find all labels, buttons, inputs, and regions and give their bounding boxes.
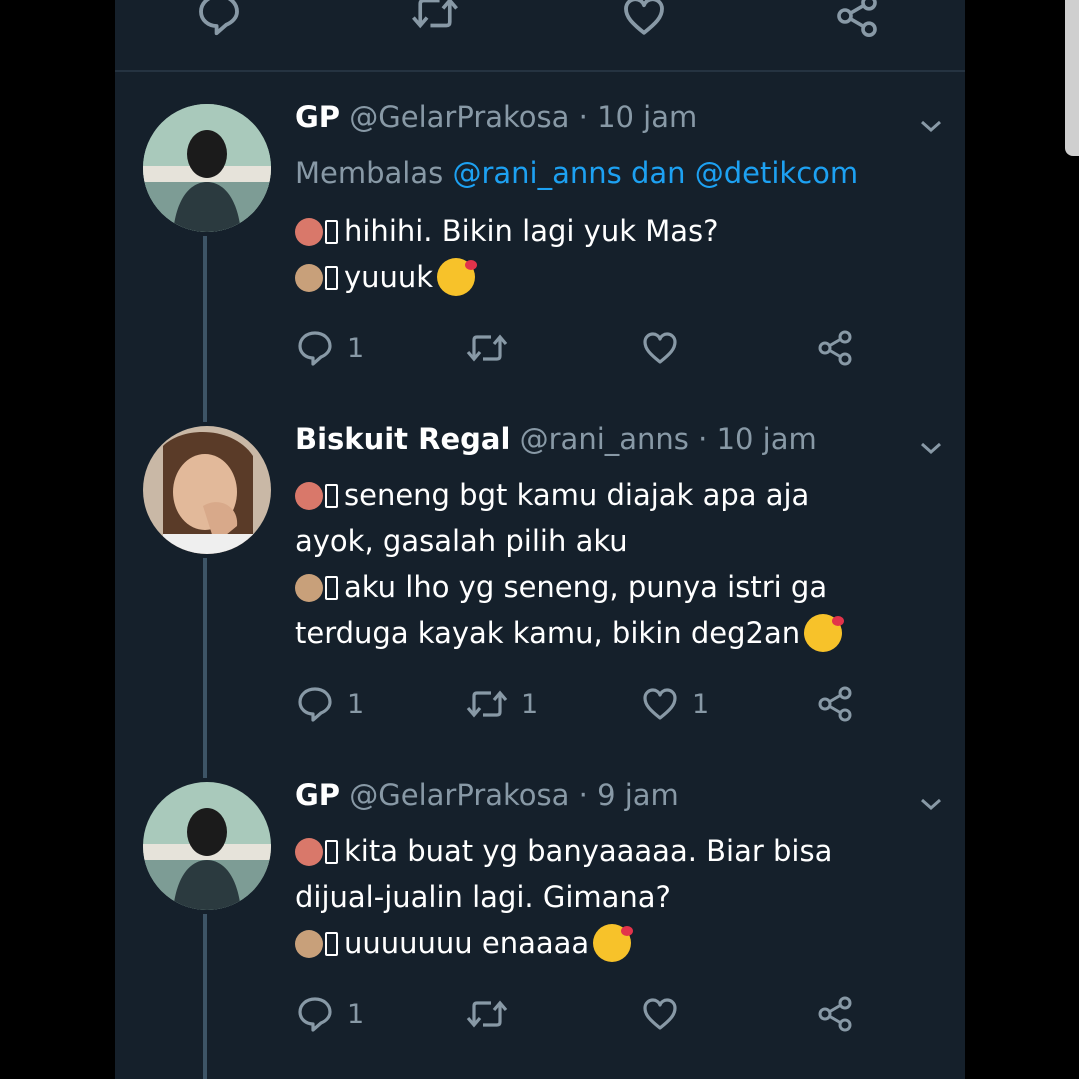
timestamp[interactable]: 10 jam (597, 100, 697, 134)
reply-count: 1 (347, 688, 365, 720)
tweet-text: kita buat yg banyaaaaa. Biar bisa dijual… (295, 828, 915, 966)
share-button[interactable] (815, 994, 855, 1034)
chevron-down-icon[interactable] (919, 440, 943, 456)
retweet-icon (465, 328, 509, 368)
woman-emoji-icon (295, 482, 323, 510)
reply-icon[interactable] (195, 0, 243, 38)
tweet[interactable]: GP @GelarPrakosa · 10 jam Membalas @rani… (115, 100, 965, 390)
tweet-thread-screen: GP @GelarPrakosa · 10 jam Membalas @rani… (115, 0, 965, 1079)
missing-glyph-icon (325, 932, 338, 956)
tweet-line: aku lho yg seneng, punya istri ga (344, 570, 828, 604)
tweet-line: ayok, gasalah pilih aku (295, 524, 628, 558)
tweet-header: GP @GelarPrakosa · 10 jam (295, 100, 697, 134)
man-emoji-icon (295, 264, 323, 292)
tweet-line: yuuuk (344, 260, 434, 294)
tweet-text: hihihi. Bikin lagi yuk Mas? yuuuk (295, 208, 915, 300)
display-name[interactable]: Biskuit Regal (295, 422, 510, 456)
tweet-line: terduga kayak kamu, bikin deg2an (295, 616, 801, 650)
missing-glyph-icon (325, 484, 338, 508)
missing-glyph-icon (325, 576, 338, 600)
reply-icon (295, 994, 335, 1034)
tweet-header: Biskuit Regal @rani_anns · 10 jam (295, 422, 817, 456)
woman-emoji-icon (295, 838, 323, 866)
avatar[interactable] (143, 426, 271, 554)
tweet[interactable]: GP @GelarPrakosa · 9 jam kita buat yg ba… (115, 778, 965, 1078)
kiss-emoji-icon (593, 924, 634, 962)
reply-button[interactable]: 1 (295, 994, 364, 1034)
retweet-button[interactable]: 1 (465, 684, 538, 724)
retweet-icon[interactable] (410, 0, 460, 36)
reply-button[interactable]: 1 (295, 684, 364, 724)
share-button[interactable] (815, 328, 855, 368)
heart-icon (640, 328, 680, 368)
avatar[interactable] (143, 782, 271, 910)
reply-context: Membalas @rani_anns dan @detikcom (295, 156, 858, 190)
share-icon (815, 994, 855, 1034)
reply-count: 1 (347, 332, 365, 364)
tweet-line: hihihi. Bikin lagi yuk Mas? (344, 214, 719, 248)
like-button[interactable] (640, 328, 680, 368)
tweet-actions: 1 (295, 328, 875, 372)
tweet-line: uuuuuuu enaaaa (344, 926, 590, 960)
retweet-button[interactable] (465, 994, 509, 1034)
like-button[interactable]: 1 (640, 684, 709, 724)
heart-icon[interactable] (620, 0, 668, 40)
like-count: 1 (692, 688, 710, 720)
tweet-line: dijual-jualin lagi. Gimana? (295, 880, 671, 914)
chevron-down-icon[interactable] (919, 796, 943, 812)
woman-emoji-icon (295, 218, 323, 246)
tweet-line: kita buat yg banyaaaaa. Biar bisa (344, 834, 833, 868)
reply-prefix: Membalas (295, 156, 444, 190)
reply-icon (295, 328, 335, 368)
divider (115, 70, 965, 72)
tweet[interactable]: Biskuit Regal @rani_anns · 10 jam seneng… (115, 422, 965, 752)
man-emoji-icon (295, 930, 323, 958)
display-name[interactable]: GP (295, 778, 340, 812)
retweet-icon (465, 994, 509, 1034)
tweet-actions: 1 (295, 994, 875, 1038)
missing-glyph-icon (325, 266, 338, 290)
user-handle[interactable]: @GelarPrakosa (349, 778, 569, 812)
previous-tweet-actions (115, 0, 965, 60)
retweet-count: 1 (521, 688, 539, 720)
share-icon[interactable] (833, 0, 881, 40)
share-button[interactable] (815, 684, 855, 724)
retweet-button[interactable] (465, 328, 509, 368)
share-icon (815, 328, 855, 368)
user-handle[interactable]: @GelarPrakosa (349, 100, 569, 134)
kiss-emoji-icon (804, 614, 845, 652)
missing-glyph-icon (325, 220, 338, 244)
heart-icon (640, 684, 680, 724)
chevron-down-icon[interactable] (919, 118, 943, 134)
avatar[interactable] (143, 104, 271, 232)
reply-icon (295, 684, 335, 724)
separator-dot: · (578, 100, 588, 134)
display-name[interactable]: GP (295, 100, 340, 134)
tweet-text: seneng bgt kamu diajak apa aja ayok, gas… (295, 472, 915, 656)
tweet-actions: 1 1 1 (295, 684, 875, 728)
tweet-header: GP @GelarPrakosa · 9 jam (295, 778, 679, 812)
user-handle[interactable]: @rani_anns (520, 422, 689, 456)
kiss-emoji-icon (437, 258, 478, 296)
heart-icon (640, 994, 680, 1034)
tweet-line: seneng bgt kamu diajak apa aja (344, 478, 810, 512)
like-button[interactable] (640, 994, 680, 1034)
scrollbar[interactable] (1065, 0, 1079, 156)
reply-mentions[interactable]: @rani_anns dan @detikcom (452, 156, 858, 190)
reply-count: 1 (347, 998, 365, 1030)
separator-dot: · (698, 422, 708, 456)
missing-glyph-icon (325, 840, 338, 864)
man-emoji-icon (295, 574, 323, 602)
reply-button[interactable]: 1 (295, 328, 364, 368)
timestamp[interactable]: 10 jam (717, 422, 817, 456)
timestamp[interactable]: 9 jam (597, 778, 679, 812)
retweet-icon (465, 684, 509, 724)
share-icon (815, 684, 855, 724)
separator-dot: · (578, 778, 588, 812)
